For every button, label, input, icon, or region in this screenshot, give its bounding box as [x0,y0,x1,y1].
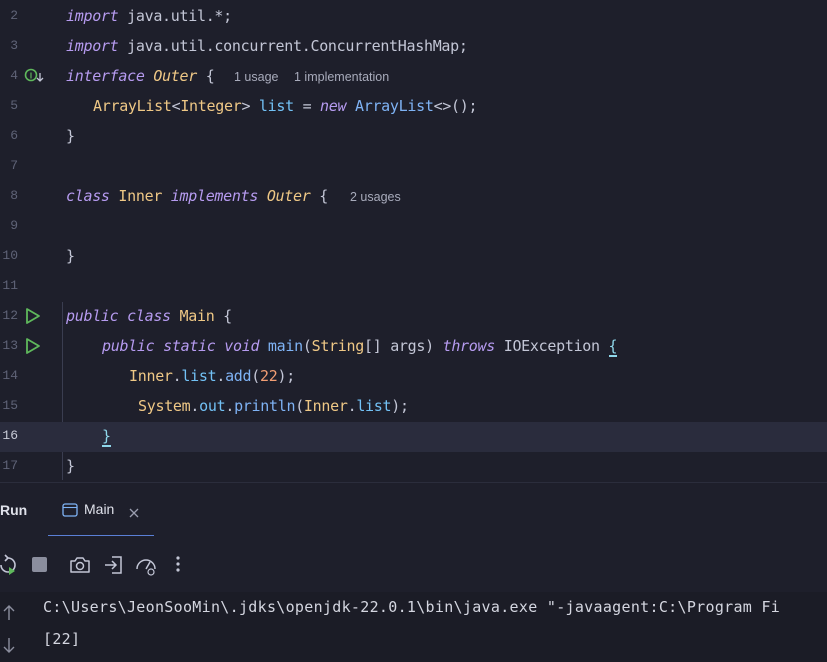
line-number: 14 [2,368,18,383]
line-number: 5 [10,98,18,113]
line-number: 11 [2,278,18,293]
code-text: } [102,427,111,447]
code-line[interactable]: 17 } [0,452,827,482]
code-line[interactable]: 7 [0,152,827,182]
run-gutter-icon[interactable] [24,307,42,329]
line-number: 9 [10,218,18,233]
code-line[interactable]: 9 [0,212,827,242]
code-text: import java.util.concurrent.ConcurrentHa… [66,37,468,55]
line-number: 4 [10,68,18,83]
exit-icon[interactable] [102,553,126,577]
run-panel-title: Run [0,502,28,518]
line-number: 7 [10,158,18,173]
line-number: 12 [2,308,18,323]
more-vertical-icon[interactable] [166,553,190,577]
implementation-hint[interactable]: 1 implementation [294,70,389,84]
camera-icon[interactable] [68,553,92,577]
code-line[interactable]: 5 ArrayList<Integer> list = new ArrayLis… [0,92,827,122]
line-number: 13 [2,338,18,353]
line-number: 3 [10,38,18,53]
window-icon [62,502,78,521]
line-number: 17 [2,458,18,473]
code-line[interactable]: 3 import java.util.concurrent.Concurrent… [0,32,827,62]
line-number: 10 [2,248,18,263]
code-text: public class Main { [66,307,232,325]
line-number: 2 [10,8,18,23]
line-number: 16 [2,428,18,443]
close-icon[interactable] [128,504,140,523]
code-text: interface Outer { [66,67,215,85]
console-output[interactable]: C:\Users\JeonSooMin\.jdks\openjdk-22.0.1… [0,592,827,662]
code-text: } [66,247,75,265]
code-line[interactable]: 14 Inner.list.add(22); [0,362,827,392]
run-gutter-icon[interactable] [24,337,42,359]
down-arrow-icon[interactable] [2,636,16,658]
usage-hint[interactable]: 1 usage [234,70,278,84]
code-line[interactable]: 6 } [0,122,827,152]
code-line[interactable]: 13 public static void main(String[] args… [0,332,827,362]
current-code-line[interactable]: 16 } [0,422,827,452]
run-toolbar [0,536,827,592]
implemented-gutter-icon[interactable]: I [24,67,46,89]
code-line[interactable]: 4 I interface Outer { 1 usage 1 implemen… [0,62,827,92]
run-tab-main[interactable]: Main [48,491,154,537]
code-line[interactable]: 8 class Inner implements Outer { 2 usage… [0,182,827,212]
line-number: 15 [2,398,18,413]
line-number: 6 [10,128,18,143]
line-number: 8 [10,188,18,203]
code-line[interactable]: 2 import java.util.*; [0,2,827,32]
up-arrow-icon[interactable] [2,604,16,626]
console-line: C:\Users\JeonSooMin\.jdks\openjdk-22.0.1… [43,598,781,616]
code-text: public static void main(String[] args) t… [102,337,618,357]
code-line[interactable]: 11 [0,272,827,302]
code-text: } [66,457,75,475]
code-text: Inner.list.add(22); [129,367,295,385]
code-text: class Inner implements Outer { [66,187,328,205]
rerun-icon[interactable] [0,553,20,577]
stop-icon[interactable] [28,553,52,577]
usage-hint[interactable]: 2 usages [350,190,401,204]
console-line: [22] [43,630,81,648]
code-editor[interactable]: 2 import java.util.*; 3 import java.util… [0,0,827,482]
run-tab-label: Main [84,501,115,517]
code-line[interactable]: 15 System.out.println(Inner.list); [0,392,827,422]
code-text: System.out.println(Inner.list); [138,397,409,415]
code-text: ArrayList<Integer> list = new ArrayList<… [93,97,478,115]
gauge-icon[interactable] [134,553,158,577]
svg-text:I: I [30,72,32,81]
code-text: import java.util.*; [66,7,232,25]
run-panel-header: Run Main [0,482,827,537]
code-text: } [66,127,75,145]
code-line[interactable]: 10 } [0,242,827,272]
code-line[interactable]: 12 public class Main { [0,302,827,332]
